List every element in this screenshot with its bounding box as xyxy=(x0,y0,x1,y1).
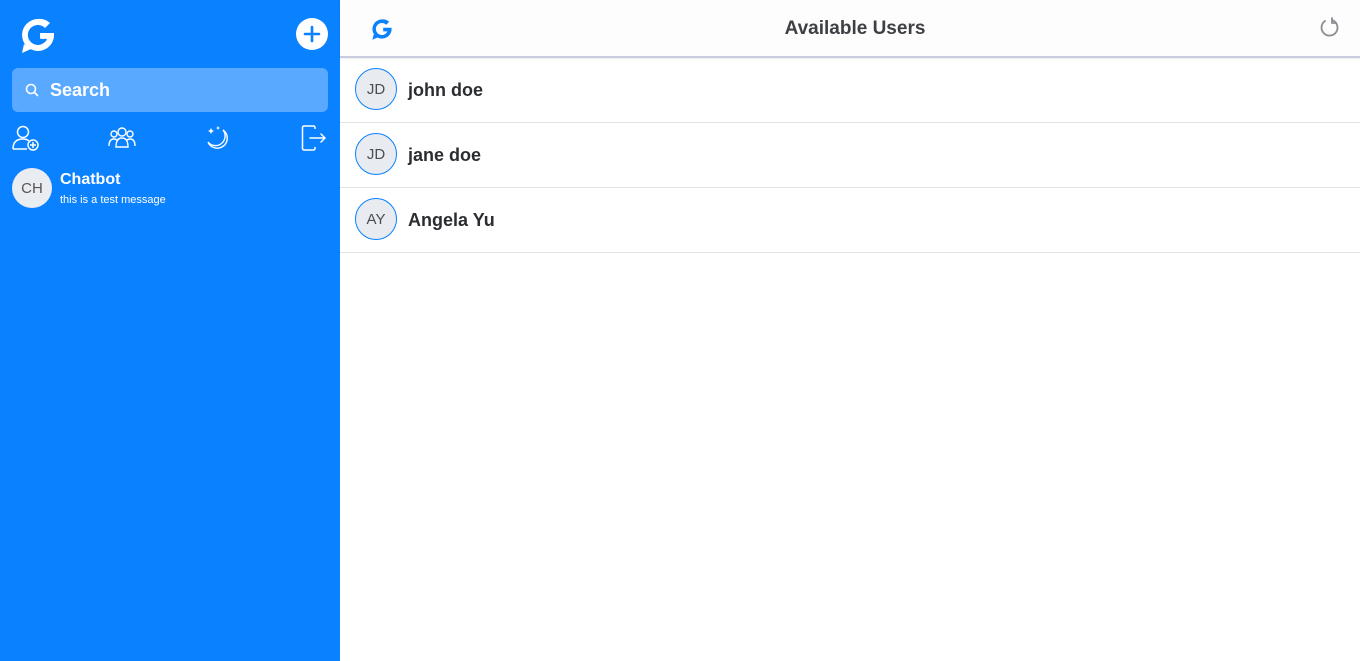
main-panel: Available Users JD john doe JD jane doe … xyxy=(340,0,1360,661)
user-name: john doe xyxy=(408,80,483,100)
page-title: Available Users xyxy=(784,18,926,39)
chat-name: Chatbot xyxy=(60,171,121,188)
user-row[interactable]: AY Angela Yu xyxy=(340,188,1360,253)
user-row[interactable]: JD jane doe xyxy=(340,123,1360,188)
search-placeholder: Search xyxy=(50,79,111,100)
user-name: jane doe xyxy=(408,145,482,165)
add-user-icon xyxy=(12,125,39,151)
avatar: AY xyxy=(355,198,397,240)
avatar: JD xyxy=(355,133,397,175)
user-name: Angela Yu xyxy=(408,210,495,230)
refresh-button[interactable] xyxy=(1318,17,1340,39)
logout-icon xyxy=(301,125,326,151)
group-icon xyxy=(108,127,136,148)
theme-toggle-button[interactable] xyxy=(202,122,234,154)
add-user-button[interactable] xyxy=(10,122,42,154)
user-row[interactable]: JD john doe xyxy=(340,58,1360,123)
logout-button[interactable] xyxy=(298,122,330,154)
sidebar: Search CH Chatbot this is a test message xyxy=(0,0,340,661)
chat-item-chatbot[interactable]: CH Chatbot this is a test message xyxy=(12,168,328,210)
moon-icon xyxy=(207,126,228,149)
app-logo-icon xyxy=(18,16,58,54)
avatar: CH xyxy=(12,168,52,208)
search-icon xyxy=(25,83,39,97)
avatar: JD xyxy=(355,68,397,110)
refresh-icon xyxy=(1320,17,1339,37)
new-chat-button[interactable] xyxy=(296,18,328,50)
chat-last-message: this is a test message xyxy=(60,194,166,206)
sidebar-toolbar xyxy=(0,122,340,154)
groups-button[interactable] xyxy=(106,122,138,154)
search-input[interactable]: Search xyxy=(12,68,328,112)
plus-icon xyxy=(303,25,321,43)
user-list: JD john doe JD jane doe AY Angela Yu xyxy=(340,58,1360,253)
header: Available Users xyxy=(340,0,1360,58)
